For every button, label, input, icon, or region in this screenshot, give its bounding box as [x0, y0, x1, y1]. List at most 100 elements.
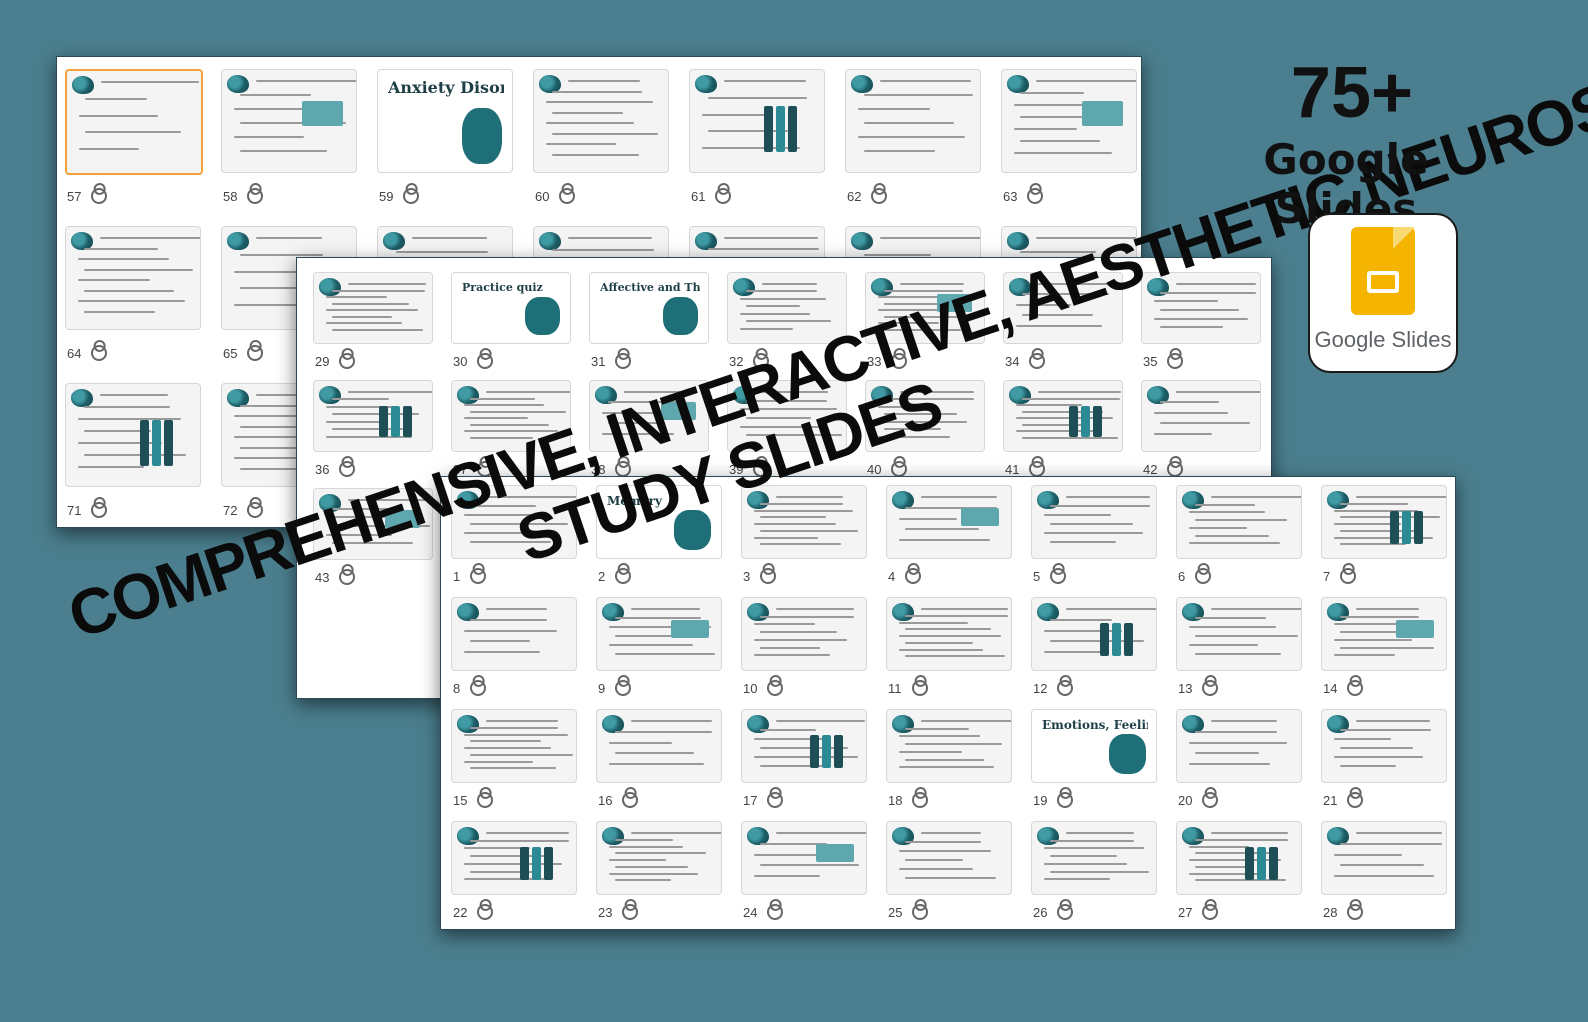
slide-thumbnail[interactable]	[1321, 485, 1447, 559]
slide-thumbnail[interactable]	[1141, 380, 1261, 452]
link-icon[interactable]	[908, 676, 931, 700]
slide-thumbnail-cell[interactable]: 17	[741, 709, 867, 813]
slide-thumbnail-cell[interactable]: 11	[886, 597, 1012, 701]
link-icon[interactable]	[611, 676, 635, 700]
slide-thumbnail-cell[interactable]: 24	[741, 821, 867, 925]
slide-thumbnail[interactable]	[886, 597, 1012, 671]
slide-thumbnail-cell[interactable]: 18	[886, 709, 1012, 813]
link-icon[interactable]	[88, 184, 111, 208]
slide-thumbnail[interactable]	[221, 69, 357, 173]
slide-thumbnail[interactable]	[1031, 597, 1157, 671]
slide-thumbnail[interactable]	[596, 597, 722, 671]
slide-thumbnail-cell[interactable]: 16	[596, 709, 722, 813]
slide-thumbnail[interactable]	[1001, 69, 1137, 173]
slide-thumbnail-cell[interactable]: 12	[1031, 597, 1157, 701]
slide-thumbnail-cell[interactable]: 42	[1141, 380, 1261, 482]
slide-thumbnail[interactable]	[1321, 597, 1447, 671]
link-icon[interactable]	[909, 900, 932, 924]
slide-thumbnail-cell[interactable]: 8	[451, 597, 577, 701]
slide-thumbnail[interactable]	[1176, 821, 1302, 895]
slide-thumbnail[interactable]	[451, 821, 577, 895]
slide-thumbnail-cell[interactable]: Anxiety Disorders 59	[377, 69, 513, 209]
link-icon[interactable]	[868, 184, 891, 208]
link-icon[interactable]	[619, 788, 642, 812]
slide-thumbnail-cell[interactable]: 27	[1176, 821, 1302, 925]
slide-thumbnail-cell[interactable]: 3	[741, 485, 867, 589]
link-icon[interactable]	[1199, 788, 1222, 812]
slide-thumbnail[interactable]	[1031, 485, 1157, 559]
slide-thumbnail[interactable]: Anxiety Disorders	[377, 69, 513, 173]
slide-thumbnail-cell[interactable]: 22	[451, 821, 577, 925]
link-icon[interactable]	[1191, 564, 1215, 588]
link-icon[interactable]	[556, 184, 579, 208]
slide-thumbnail[interactable]	[741, 821, 867, 895]
link-icon[interactable]	[474, 349, 497, 373]
link-icon[interactable]	[1344, 788, 1367, 812]
slide-thumbnail[interactable]	[533, 69, 669, 173]
slide-thumbnail[interactable]	[313, 380, 433, 452]
slide-thumbnail[interactable]	[1176, 485, 1302, 559]
slide-thumbnail[interactable]	[596, 821, 722, 895]
slide-thumbnail-cell[interactable]: 61	[689, 69, 825, 209]
slide-thumbnail-cell[interactable]: Practice quiz 30	[451, 272, 571, 374]
slide-thumbnail-cell[interactable]: 6	[1176, 485, 1302, 589]
slide-thumbnail[interactable]	[886, 709, 1012, 783]
link-icon[interactable]	[1336, 564, 1360, 588]
slide-thumbnail-cell[interactable]: 60	[533, 69, 669, 209]
slide-thumbnail-cell[interactable]: 26	[1031, 821, 1157, 925]
link-icon[interactable]	[1054, 676, 1077, 700]
slide-thumbnail[interactable]: Affective and Thought Disorders	[589, 272, 709, 344]
slide-thumbnail-cell[interactable]: 20	[1176, 709, 1302, 813]
link-icon[interactable]	[712, 184, 735, 208]
link-icon[interactable]	[909, 788, 932, 812]
slide-thumbnail-cell[interactable]: Emotions, Feelings and Decision-making 19	[1031, 709, 1157, 813]
link-icon[interactable]	[612, 349, 635, 373]
slide-thumbnail-cell[interactable]: 63	[1001, 69, 1137, 209]
slide-thumbnail-cell[interactable]: 14	[1321, 597, 1447, 701]
slide-thumbnail-cell[interactable]: 71	[65, 383, 201, 523]
link-icon[interactable]	[764, 900, 787, 924]
slide-thumbnail-cell[interactable]: Affective and Thought Disorders 31	[589, 272, 709, 374]
slide-thumbnail-cell[interactable]: 9	[596, 597, 722, 701]
slide-thumbnail[interactable]	[313, 272, 433, 344]
link-icon[interactable]	[764, 788, 787, 812]
link-icon[interactable]	[244, 184, 267, 208]
slide-thumbnail[interactable]: Emotions, Feelings and Decision-making	[1031, 709, 1157, 783]
slide-thumbnail-cell[interactable]: 29	[313, 272, 433, 374]
link-icon[interactable]	[619, 900, 642, 924]
slide-thumbnail[interactable]	[886, 821, 1012, 895]
link-icon[interactable]	[336, 457, 359, 481]
slide-thumbnail-cell[interactable]: 62	[845, 69, 981, 209]
slide-thumbnail-cell[interactable]: 28	[1321, 821, 1447, 925]
slide-thumbnail-cell[interactable]: 10	[741, 597, 867, 701]
slide-thumbnail[interactable]	[741, 597, 867, 671]
slide-thumbnail-cell[interactable]: 23	[596, 821, 722, 925]
slide-thumbnail[interactable]	[65, 69, 203, 175]
slide-thumbnail-cell[interactable]: 64	[65, 226, 201, 366]
slide-thumbnail[interactable]	[741, 709, 867, 783]
link-icon[interactable]	[336, 349, 359, 373]
slide-thumbnail[interactable]	[65, 383, 201, 487]
link-icon[interactable]	[474, 900, 497, 924]
link-icon[interactable]	[1199, 900, 1222, 924]
link-icon[interactable]	[88, 498, 111, 522]
link-icon[interactable]	[1054, 788, 1077, 812]
link-icon[interactable]	[1344, 676, 1367, 700]
slide-thumbnail[interactable]	[65, 226, 201, 330]
link-icon[interactable]	[1199, 676, 1222, 700]
link-icon[interactable]	[611, 564, 635, 588]
slide-thumbnail-cell[interactable]: 13	[1176, 597, 1302, 701]
slide-thumbnail-cell[interactable]: 5	[1031, 485, 1157, 589]
slide-thumbnail[interactable]	[689, 69, 825, 173]
link-icon[interactable]	[400, 184, 423, 208]
link-icon[interactable]	[244, 341, 267, 365]
link-icon[interactable]	[1046, 564, 1070, 588]
slide-thumbnail[interactable]	[886, 485, 1012, 559]
slide-thumbnail[interactable]	[1031, 821, 1157, 895]
link-icon[interactable]	[756, 564, 780, 588]
slide-thumbnail[interactable]	[596, 709, 722, 783]
link-icon[interactable]	[88, 341, 111, 365]
slide-thumbnail[interactable]	[845, 69, 981, 173]
slide-thumbnail[interactable]: Practice quiz	[451, 272, 571, 344]
slide-thumbnail-cell[interactable]: 57	[65, 69, 203, 209]
